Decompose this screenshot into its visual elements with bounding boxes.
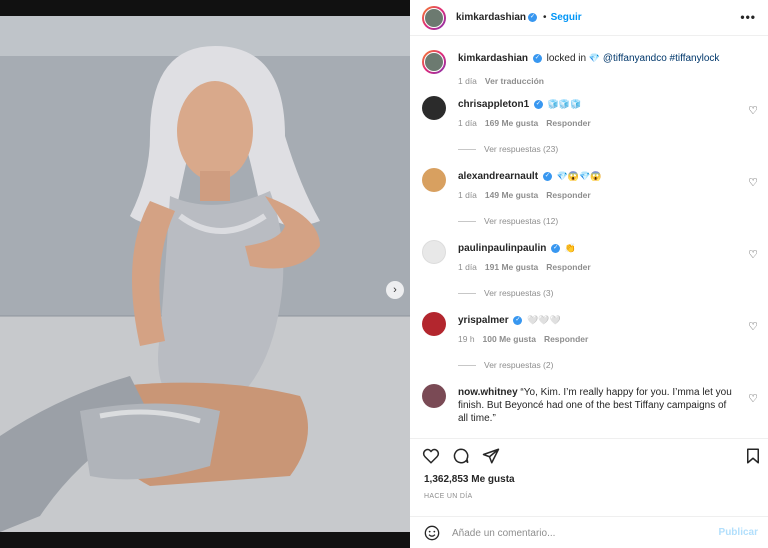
- post-actions-bar: [410, 438, 768, 470]
- comment-item: chrisappleton1 ✓ 🧊🧊🧊 1 día 169 Me gusta …: [422, 96, 762, 162]
- comment-username[interactable]: now.whitney: [458, 387, 518, 398]
- verified-badge-icon: ✓: [532, 53, 542, 63]
- view-replies-button[interactable]: Ver respuestas (12): [458, 216, 558, 226]
- comment-text: paulinpaulinpaulin ✓ 👏: [458, 242, 738, 255]
- likes-count[interactable]: 1,362,853 Me gusta: [424, 474, 515, 485]
- comment-item: alexandrearnault ✓ 💎😱💎😱 1 día 149 Me gus…: [422, 168, 762, 234]
- follow-button[interactable]: Seguir: [551, 12, 582, 23]
- author-avatar[interactable]: [422, 5, 446, 30]
- add-comment-bar: Publicar: [410, 516, 768, 548]
- comment-input[interactable]: [452, 525, 702, 541]
- post-date: HACE UN DÍA: [424, 493, 473, 500]
- translate-link[interactable]: Ver traducción: [485, 76, 544, 86]
- comment-text: chrisappleton1 ✓ 🧊🧊🧊: [458, 98, 738, 111]
- like-comment-heart-icon[interactable]: ♡: [748, 320, 758, 333]
- comment-username[interactable]: paulinpaulinpaulin: [458, 243, 546, 254]
- comment-time: 1 día: [458, 262, 477, 272]
- caption-body: locked in: [546, 53, 587, 64]
- comment-body: 🧊🧊🧊: [547, 99, 582, 109]
- comment-meta: 1 día 191 Me gusta Responder: [458, 262, 591, 272]
- comment-body: 👏: [564, 243, 577, 253]
- comment-item: yrispalmer ✓ 🤍🤍🤍 19 h 100 Me gusta Respo…: [422, 312, 762, 378]
- publish-button[interactable]: Publicar: [719, 527, 758, 538]
- caption-mention-link[interactable]: @tiffanyandco: [603, 53, 667, 64]
- comment-likes[interactable]: 100 Me gusta: [483, 334, 536, 344]
- next-photo-button[interactable]: ›: [386, 281, 404, 299]
- comment-text: alexandrearnault ✓ 💎😱💎😱: [458, 170, 738, 183]
- comment-avatar[interactable]: [422, 240, 446, 264]
- verified-badge-icon: ✓: [528, 13, 538, 22]
- caption-username[interactable]: kimkardashian: [458, 53, 528, 64]
- replies-line: [458, 148, 476, 150]
- share-paper-plane-icon[interactable]: [482, 447, 500, 465]
- emoji-smiley-icon[interactable]: [424, 525, 440, 541]
- caption: kimkardashian ✓ locked in 💎 @tiffanyandc…: [422, 50, 762, 90]
- reply-button[interactable]: Responder: [546, 190, 590, 200]
- verified-badge-icon: ✓: [542, 171, 552, 181]
- post-side-panel: kimkardashian ✓ • Seguir ••• kimkardashi…: [410, 0, 768, 548]
- view-replies-label: Ver respuestas (12): [484, 216, 559, 226]
- comment-username[interactable]: chrisappleton1: [458, 99, 529, 110]
- comment-bubble-icon[interactable]: [452, 447, 470, 465]
- comment-username[interactable]: yrispalmer: [458, 315, 509, 326]
- comment-time: 19 h: [458, 334, 475, 344]
- caption-hashtag-link[interactable]: #tiffanylock: [670, 53, 720, 64]
- replies-line: [458, 220, 476, 222]
- comment-item: paulinpaulinpaulin ✓ 👏 1 día 191 Me gust…: [422, 240, 762, 306]
- comment-meta: 1 día 149 Me gusta Responder: [458, 190, 591, 200]
- comment-likes[interactable]: 191 Me gusta: [485, 262, 538, 272]
- comment-text: now.whitney “Yo, Kim. I’m really happy f…: [458, 386, 738, 425]
- caption-time: 1 día: [458, 76, 477, 86]
- reply-button[interactable]: Responder: [546, 118, 590, 128]
- author-username[interactable]: kimkardashian: [456, 12, 526, 23]
- caption-text: kimkardashian ✓ locked in 💎 @tiffanyandc…: [458, 52, 738, 65]
- view-replies-button[interactable]: Ver respuestas (2): [458, 360, 553, 370]
- caption-avatar[interactable]: [422, 50, 446, 74]
- separator-dot: •: [543, 12, 547, 23]
- like-comment-heart-icon[interactable]: ♡: [748, 248, 758, 261]
- like-comment-heart-icon[interactable]: ♡: [748, 392, 758, 405]
- comment-likes[interactable]: 149 Me gusta: [485, 190, 538, 200]
- verified-badge-icon: ✓: [551, 243, 561, 253]
- more-options-icon[interactable]: •••: [740, 10, 756, 24]
- reply-button[interactable]: Responder: [544, 334, 588, 344]
- comment-avatar[interactable]: [422, 168, 446, 192]
- comment-item: now.whitney “Yo, Kim. I’m really happy f…: [422, 384, 762, 434]
- comment-body: 🤍🤍🤍: [527, 315, 561, 325]
- like-heart-icon[interactable]: [422, 447, 440, 465]
- view-replies-button[interactable]: Ver respuestas (23): [458, 144, 558, 154]
- comment-body: 💎😱💎😱: [556, 171, 602, 181]
- comment-avatar[interactable]: [422, 312, 446, 336]
- caption-meta: 1 día Ver traducción: [458, 76, 544, 86]
- comment-time: 1 día: [458, 190, 477, 200]
- verified-badge-icon: ✓: [513, 315, 523, 325]
- like-comment-heart-icon[interactable]: ♡: [748, 104, 758, 117]
- view-replies-button[interactable]: Ver respuestas (3): [458, 288, 553, 298]
- comment-likes[interactable]: 169 Me gusta: [485, 118, 538, 128]
- comment-avatar[interactable]: [422, 384, 446, 408]
- comment-username[interactable]: alexandrearnault: [458, 171, 538, 182]
- post-photo-illustration: [0, 16, 410, 532]
- comment-meta: 1 día 169 Me gusta Responder: [458, 118, 591, 128]
- post-header: kimkardashian ✓ • Seguir •••: [410, 0, 768, 36]
- comment-avatar[interactable]: [422, 96, 446, 120]
- bottom-black-bar: [0, 532, 410, 548]
- comment-text: yrispalmer ✓ 🤍🤍🤍: [458, 314, 738, 327]
- save-bookmark-icon[interactable]: [744, 447, 762, 465]
- replies-line: [458, 292, 476, 294]
- post-photo[interactable]: ›: [0, 16, 410, 532]
- replies-line: [458, 364, 476, 366]
- comment-time: 1 día: [458, 118, 477, 128]
- view-replies-label: Ver respuestas (3): [484, 288, 554, 298]
- verified-badge-icon: ✓: [533, 99, 543, 109]
- comment-meta: 19 h 100 Me gusta Responder: [458, 334, 588, 344]
- diamond-emoji-icon: 💎: [588, 53, 601, 63]
- view-replies-label: Ver respuestas (2): [484, 360, 554, 370]
- view-replies-label: Ver respuestas (23): [484, 144, 559, 154]
- reply-button[interactable]: Responder: [546, 262, 590, 272]
- like-comment-heart-icon[interactable]: ♡: [748, 176, 758, 189]
